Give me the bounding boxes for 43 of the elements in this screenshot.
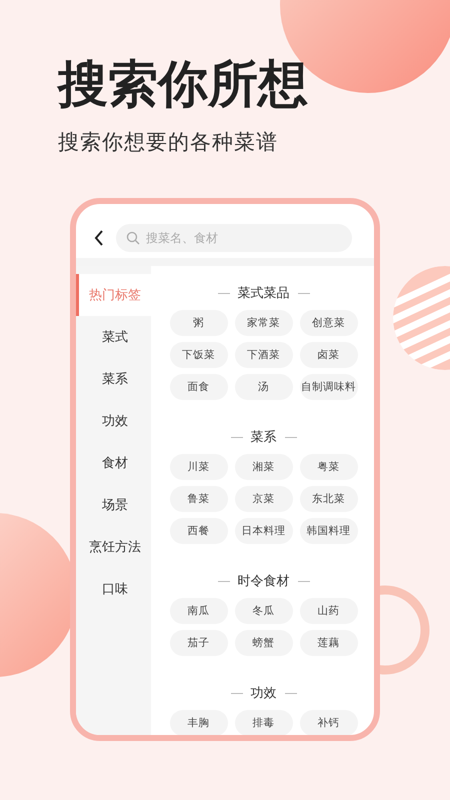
sidebar-item[interactable]: 场景 (76, 484, 151, 526)
tag-chip[interactable]: 莲藕 (300, 630, 358, 656)
subtitle: 搜索你想要的各种菜谱 (58, 129, 278, 156)
headline: 搜索你所想 (58, 54, 308, 115)
tag-chip[interactable]: 湘菜 (234, 454, 292, 480)
tag-chip[interactable]: 山药 (300, 598, 358, 624)
tag-chip[interactable]: 韩国料理 (300, 518, 358, 544)
tag-chip[interactable]: 卤菜 (300, 342, 358, 368)
tag-chip[interactable]: 川菜 (170, 454, 228, 480)
sidebar-item[interactable]: 烹饪方法 (76, 526, 151, 568)
tag-chip[interactable]: 粤菜 (300, 454, 358, 480)
tag-chip[interactable]: 冬瓜 (234, 598, 292, 624)
sidebar-item[interactable]: 菜系 (76, 358, 151, 400)
tag-chip[interactable]: 京菜 (234, 486, 292, 512)
tag-chip[interactable]: 下酒菜 (234, 342, 292, 368)
search-icon (126, 231, 140, 245)
tag-chip[interactable]: 面食 (170, 374, 228, 400)
back-icon[interactable] (94, 230, 104, 246)
tag-chip[interactable]: 日本料理 (234, 518, 292, 544)
tag-chip[interactable]: 西餐 (170, 518, 228, 544)
sidebar-item[interactable]: 功效 (76, 400, 151, 442)
tag-chip[interactable]: 汤 (234, 374, 292, 400)
tag-chip[interactable]: 螃蟹 (234, 630, 292, 656)
section-title: 菜式菜品 (238, 285, 290, 302)
section-title: 菜系 (250, 429, 276, 446)
sidebar-item[interactable]: 菜式 (76, 316, 151, 358)
tag-chip[interactable]: 丰胸 (170, 710, 228, 735)
sidebar-item[interactable]: 食材 (76, 442, 151, 484)
tag-chip[interactable]: 东北菜 (300, 486, 358, 512)
section-title: 时令食材 (238, 573, 290, 590)
tag-chip[interactable]: 自制调味料 (300, 374, 358, 400)
section-title: 功效 (250, 685, 276, 702)
tag-chip[interactable]: 补钙 (300, 710, 358, 735)
tag-chip[interactable]: 粥 (170, 310, 228, 336)
search-field[interactable]: 搜菜名、食材 (116, 224, 352, 252)
sidebar-item[interactable]: 口味 (76, 568, 151, 610)
tag-chip[interactable]: 鲁菜 (170, 486, 228, 512)
tag-chip[interactable]: 下饭菜 (170, 342, 228, 368)
tag-chip[interactable]: 茄子 (170, 630, 228, 656)
tag-chip[interactable]: 创意菜 (300, 310, 358, 336)
tag-chip[interactable]: 排毒 (234, 710, 292, 735)
tag-chip[interactable]: 家常菜 (234, 310, 292, 336)
tag-chip[interactable]: 南瓜 (170, 598, 228, 624)
